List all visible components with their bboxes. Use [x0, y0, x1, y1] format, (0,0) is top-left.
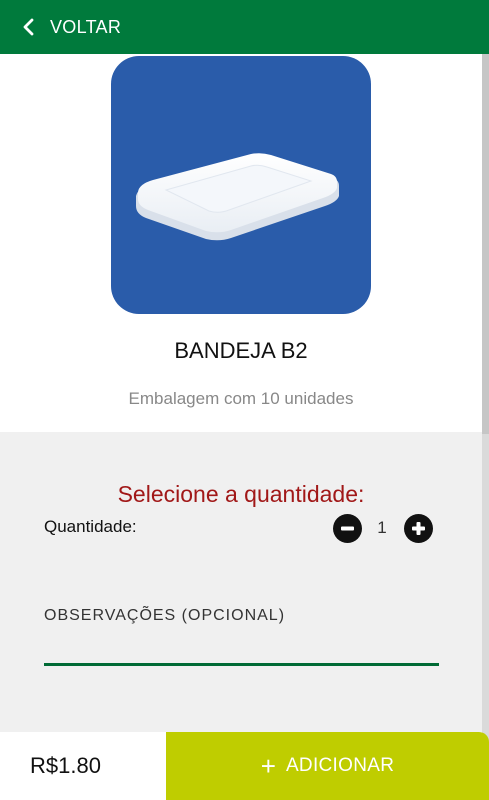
plus-icon: +: [260, 751, 276, 781]
product-section: BANDEJA B2 Embalagem com 10 unidades: [0, 54, 482, 432]
total-price: R$1.80: [0, 732, 166, 800]
top-bar: VOLTAR: [0, 0, 489, 54]
product-description: Embalagem com 10 unidades: [128, 389, 354, 408]
add-to-cart-button[interactable]: + ADICIONAR: [166, 732, 489, 800]
back-button[interactable]: VOLTAR: [0, 0, 121, 54]
add-button-label: ADICIONAR: [285, 755, 395, 776]
product-name: BANDEJA B2: [174, 338, 308, 363]
scrollbar[interactable]: [482, 54, 489, 800]
decrease-quantity-button[interactable]: [333, 514, 362, 543]
quantity-label: Quantidade:: [44, 517, 137, 536]
back-label: VOLTAR: [50, 16, 122, 37]
scrollbar-thumb[interactable]: [482, 54, 489, 434]
quantity-title: Selecione a quantidade:: [117, 481, 365, 507]
plus-circle-icon: [412, 522, 425, 535]
observations-label: OBSERVAÇÕES (OPCIONAL): [44, 607, 286, 624]
observations-input[interactable]: [44, 632, 439, 666]
chevron-left-icon: [23, 18, 34, 36]
quantity-value: 1: [377, 518, 387, 537]
options-panel: [0, 432, 482, 732]
product-image: [111, 56, 371, 314]
minus-circle-icon: [341, 526, 354, 531]
increase-quantity-button[interactable]: [404, 514, 433, 543]
